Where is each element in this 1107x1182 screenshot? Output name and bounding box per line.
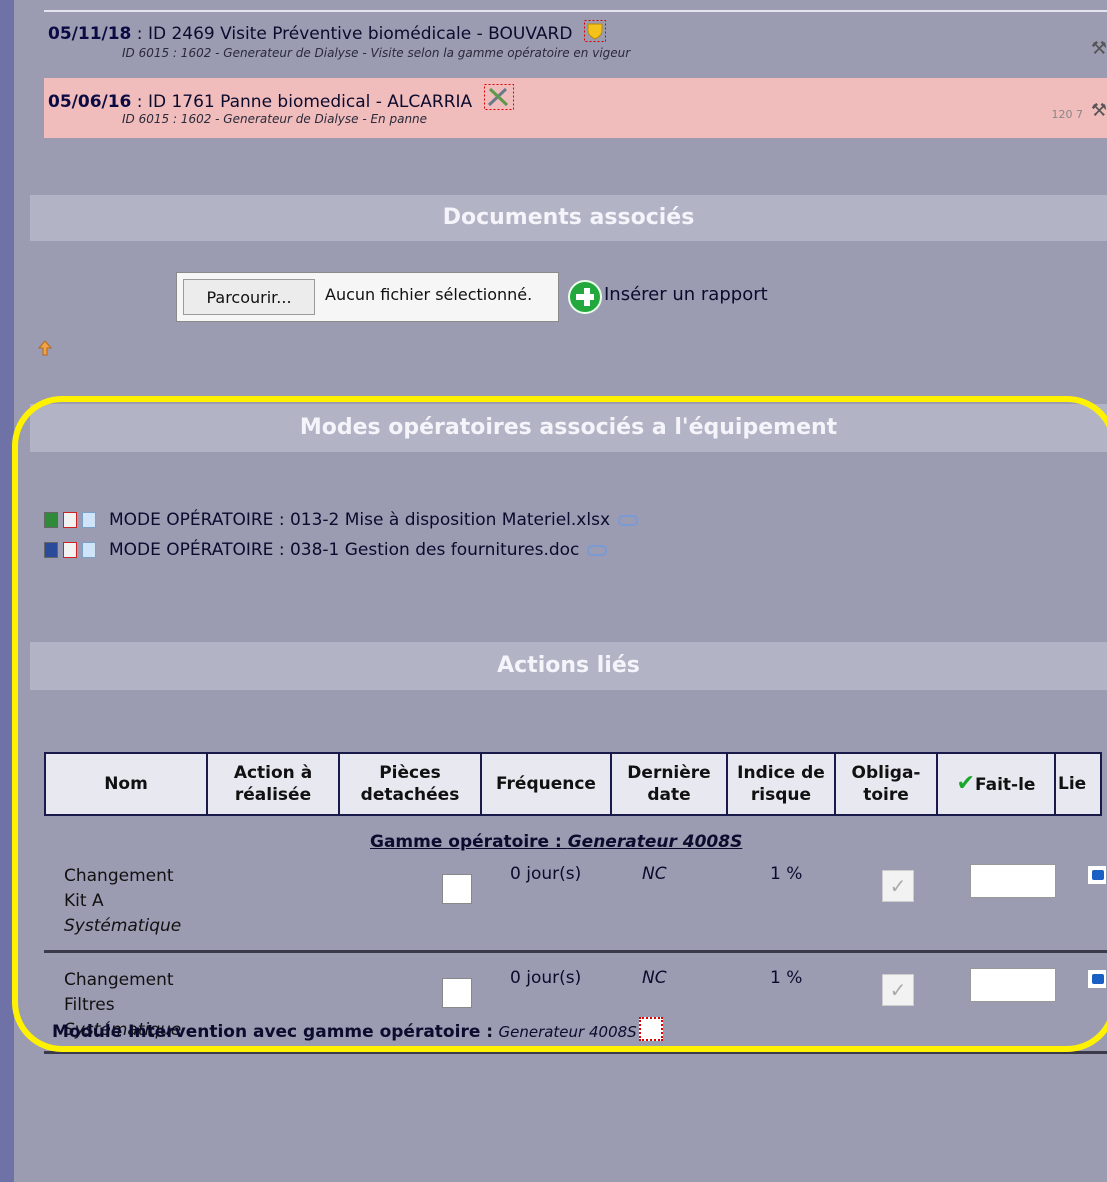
intervention-title-line: 05/06/16 : ID 1761 Panne biomedical - AL… <box>48 84 514 115</box>
tools-icon <box>483 84 514 115</box>
module-label: Module Intervention avec gamme opératoir… <box>52 1022 494 1042</box>
intervention-detail: ID 6015 : 1602 - Generateur de Dialyse -… <box>122 112 428 126</box>
intervention-date: 05/06/16 <box>48 92 132 112</box>
intervention-row[interactable]: 05/06/16 : ID 1761 Panne biomedical - AL… <box>44 78 1107 138</box>
intervention-title: ID 1761 Panne biomedical - ALCARRIA <box>147 92 473 112</box>
module-icon[interactable] <box>638 1017 663 1041</box>
arrow-up-icon <box>38 340 52 356</box>
intervention-detail: ID 6015 : 1602 - Generateur de Dialyse -… <box>122 46 631 60</box>
highlight-outline <box>12 396 1107 1052</box>
insert-report-link[interactable]: Insérer un rapport <box>604 284 768 305</box>
intervention-date: 05/11/18 <box>48 24 132 44</box>
shield-icon <box>583 20 606 47</box>
add-icon[interactable] <box>568 280 602 314</box>
section-header-documents: Documents associés <box>30 195 1107 241</box>
intervention-row[interactable]: 05/11/18 : ID 2469 Visite Préventive bio… <box>44 12 1107 68</box>
module-intervention: Module Intervention avec gamme opératoir… <box>52 1017 663 1042</box>
intervention-title: ID 2469 Visite Préventive biomédicale - … <box>147 24 573 44</box>
file-input[interactable]: Parcourir... Aucun fichier sélectionné. <box>176 272 559 322</box>
wrench-icon[interactable]: ⚒ <box>1091 100 1107 121</box>
browse-button[interactable]: Parcourir... <box>183 279 315 315</box>
module-name: Generateur 4008S <box>498 1023 637 1041</box>
intervention-extra: 120 7 <box>1051 108 1084 121</box>
file-status: Aucun fichier sélectionné. <box>325 285 533 304</box>
intervention-title-line: 05/11/18 : ID 2469 Visite Préventive bio… <box>48 20 606 47</box>
wrench-icon[interactable]: ⚒ <box>1091 38 1107 59</box>
